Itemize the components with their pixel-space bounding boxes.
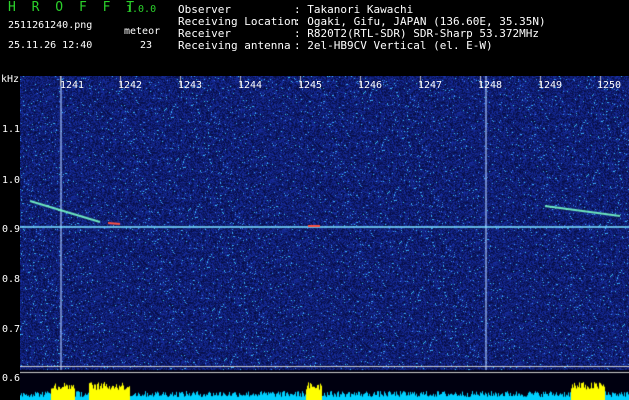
- y-tick-label: 0.9: [2, 224, 21, 235]
- y-axis-unit: kHz: [1, 74, 20, 85]
- x-tick-label: 1243: [178, 80, 203, 91]
- info-value: : 2el-HB9CV Vertical (el. E-W): [294, 39, 493, 52]
- y-tick-label: 0.6: [2, 373, 21, 384]
- y-tick-label: 0.7: [2, 324, 21, 335]
- info-key: Receiving antenna: [178, 39, 291, 52]
- meteor-label: meteor: [124, 26, 161, 37]
- x-tick-label: 1244: [238, 80, 263, 91]
- x-tick-label: 1245: [298, 80, 323, 91]
- x-tick-label: 1248: [478, 80, 503, 91]
- x-tick-label: 1247: [418, 80, 443, 91]
- spectrogram[interactable]: [20, 76, 629, 400]
- meteor-count: 23: [140, 40, 153, 51]
- info-antenna: Receiving antenna: 2el-HB9CV Vertical (e…: [178, 40, 493, 52]
- app-version: 1.0.0: [126, 4, 157, 15]
- x-tick-label: 1250: [597, 80, 622, 91]
- capture-datetime: 25.11.26 12:40: [8, 40, 93, 51]
- y-tick-label: 0.8: [2, 274, 21, 285]
- x-tick-label: 1242: [118, 80, 143, 91]
- file-name: 2511261240.png: [8, 20, 93, 31]
- y-tick-label: 1.1: [2, 124, 21, 135]
- x-tick-label: 1249: [538, 80, 563, 91]
- x-tick-label: 1246: [358, 80, 383, 91]
- y-tick-label: 1.0: [2, 175, 21, 186]
- app-title: H R O F F T: [8, 0, 139, 15]
- x-tick-label: 1241: [60, 80, 85, 91]
